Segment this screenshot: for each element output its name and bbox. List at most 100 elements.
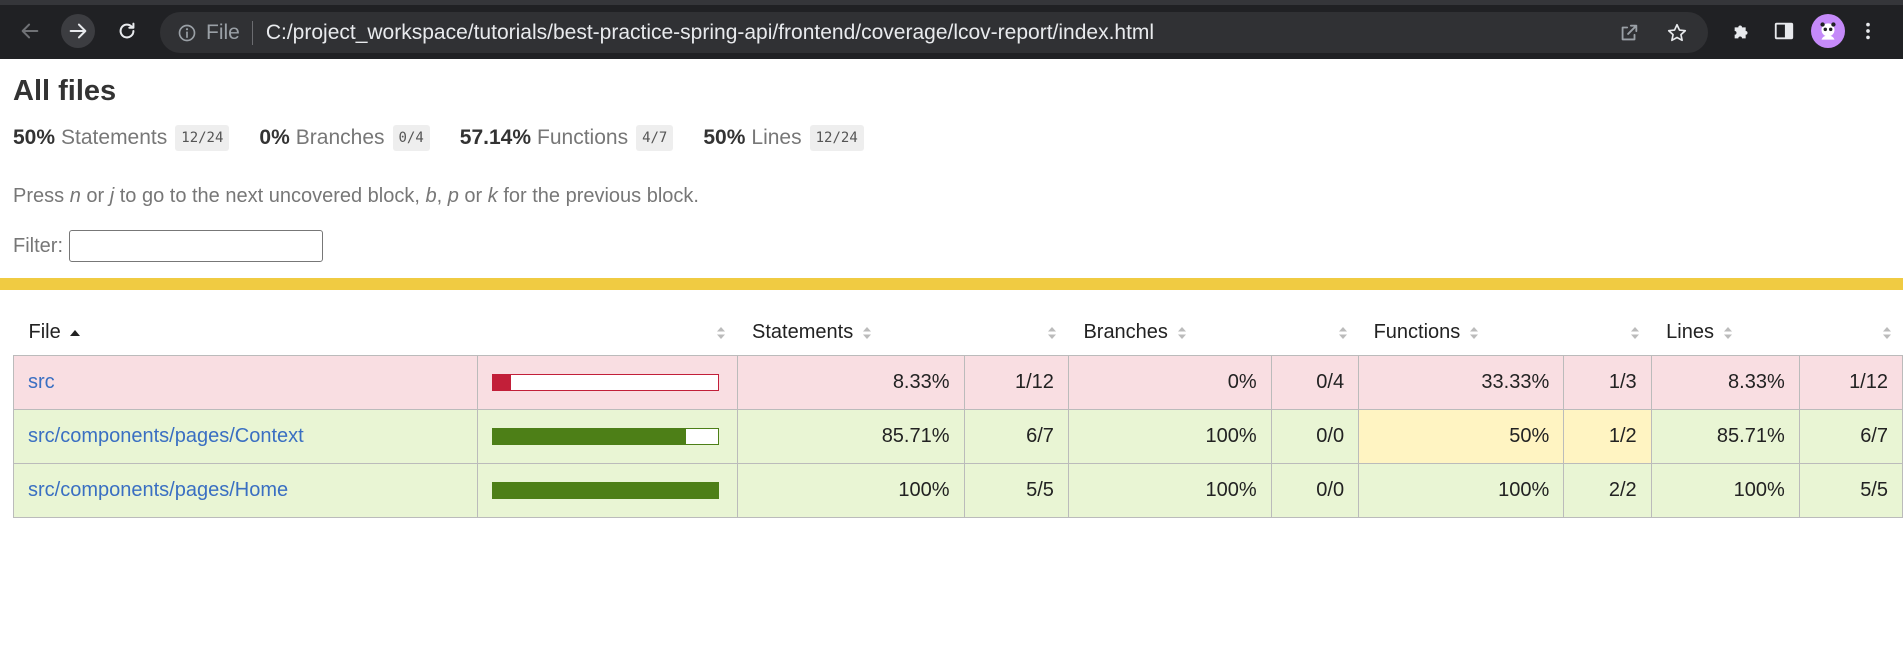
address-divider: [251, 20, 253, 45]
toolbar-actions: [1725, 14, 1885, 48]
header-label: Branches: [1083, 321, 1168, 343]
sort-icon[interactable]: [1881, 325, 1893, 341]
share-icon[interactable]: [1616, 20, 1642, 46]
reload-icon: [119, 22, 135, 39]
summary-fraction: 12/24: [809, 125, 864, 151]
branches-fraction: 0/4: [1270, 355, 1360, 410]
summary-pct: 57.14%: [459, 126, 532, 149]
functions-fraction: 1/2: [1563, 409, 1652, 464]
summary-functions: 57.14% Functions 4/7: [460, 125, 674, 151]
info-icon[interactable]: [176, 22, 198, 44]
header-branches[interactable]: Branches: [1068, 310, 1358, 356]
statements-fraction: 1/12: [963, 355, 1069, 410]
summary-statements: 50% Statements 12/24: [13, 125, 230, 151]
avatar-icon[interactable]: [1811, 14, 1845, 48]
coverage-bar: [491, 428, 719, 445]
forward-button[interactable]: [61, 14, 95, 48]
lines-pct: 85.71%: [1650, 409, 1800, 464]
statements-pct: 8.33%: [736, 355, 965, 410]
filter-input[interactable]: [69, 230, 323, 262]
sort-ascending-icon: [69, 329, 80, 336]
lines-pct: 8.33%: [1650, 355, 1800, 410]
summary-fraction: 4/7: [636, 125, 674, 151]
coverage-bar-fill: [492, 429, 686, 444]
hint-text: to go to the next uncovered block,: [114, 185, 426, 207]
coverage-table: File Statements Branches Functions Lines…: [13, 310, 1903, 518]
sort-icon[interactable]: [715, 325, 727, 341]
address-bar-actions: [1616, 20, 1690, 46]
table-row: src/components/pages/Home 100% 5/5 100% …: [13, 463, 1903, 518]
summary-fraction: 12/24: [175, 125, 230, 151]
header-label: Functions: [1373, 321, 1461, 343]
header-file[interactable]: File: [14, 310, 738, 356]
summary-label: Statements: [61, 126, 168, 149]
hint-key: k: [487, 185, 498, 207]
coverage-summary: 50% Statements 12/24 0% Branches 0/4 57.…: [13, 125, 894, 151]
coverage-bar-cell: [476, 409, 738, 464]
functions-pct: 100%: [1358, 463, 1565, 518]
keyboard-hint: Press n or j to go to the next uncovered…: [13, 185, 699, 208]
page-title: All files: [13, 75, 117, 107]
file-link[interactable]: src/components/pages/Context: [28, 425, 304, 447]
lines-pct: 100%: [1650, 463, 1800, 518]
summary-label: Branches: [295, 126, 385, 149]
table-header-row: File Statements Branches Functions Lines: [14, 310, 1903, 356]
statements-pct: 100%: [736, 463, 965, 518]
url-text[interactable]: C:/project_workspace/tutorials/best-prac…: [266, 21, 1154, 45]
header-functions[interactable]: Functions: [1359, 310, 1652, 356]
sort-icon[interactable]: [1337, 325, 1349, 341]
summary-pct: 50%: [13, 126, 56, 149]
puzzle-icon[interactable]: [1725, 14, 1759, 48]
table-row: src 8.33% 1/12 0% 0/4 33.33% 1/3 8.33% 1…: [13, 355, 1903, 410]
functions-pct: 50%: [1358, 409, 1565, 464]
file-cell: src/components/pages/Context: [13, 409, 478, 464]
summary-label: Functions: [537, 126, 629, 149]
file-cell: src/components/pages/Home: [13, 463, 478, 518]
address-bar[interactable]: File C:/project_workspace/tutorials/best…: [160, 12, 1708, 53]
header-label: Statements: [752, 321, 854, 343]
table-row: src/components/pages/Context 85.71% 6/7 …: [13, 409, 1903, 464]
file-link[interactable]: src/components/pages/Home: [28, 479, 288, 501]
star-icon[interactable]: [1664, 20, 1690, 46]
statements-fraction: 5/5: [963, 463, 1069, 518]
summary-fraction: 0/4: [392, 125, 430, 151]
kebab-menu-icon[interactable]: [1851, 14, 1885, 48]
branches-fraction: 0/0: [1270, 409, 1360, 464]
coverage-bar-fill: [492, 483, 718, 498]
reload-button[interactable]: [110, 14, 144, 48]
file-cell: src: [13, 355, 478, 410]
arrow-right-icon: [69, 23, 87, 39]
header-lines[interactable]: Lines: [1651, 310, 1902, 356]
branches-pct: 100%: [1067, 463, 1272, 518]
functions-pct: 33.33%: [1358, 355, 1565, 410]
functions-fraction: 1/3: [1563, 355, 1652, 410]
sort-icon[interactable]: [1629, 325, 1641, 341]
coverage-bar: [491, 374, 719, 391]
arrow-left-icon: [21, 23, 39, 39]
sort-icon: [863, 326, 872, 339]
sort-icon: [1723, 326, 1732, 339]
tab-strip-edge: [0, 0, 1903, 5]
summary-branches: 0% Branches 0/4: [259, 125, 430, 151]
branches-pct: 0%: [1067, 355, 1272, 410]
summary-pct: 0%: [259, 126, 290, 149]
hint-text: ,: [436, 185, 448, 207]
coverage-bar-cell: [476, 355, 738, 410]
lines-fraction: 1/12: [1798, 355, 1903, 410]
branches-pct: 100%: [1067, 409, 1272, 464]
coverage-bar: [491, 482, 719, 499]
header-statements[interactable]: Statements: [737, 310, 1068, 356]
hint-text: for the previous block.: [497, 185, 699, 207]
lines-fraction: 6/7: [1798, 409, 1903, 464]
coverage-bar-cell: [476, 463, 738, 518]
sort-icon: [1177, 326, 1186, 339]
sort-icon[interactable]: [1046, 325, 1058, 341]
back-button[interactable]: [13, 14, 47, 48]
summary-lines: 50% Lines 12/24: [703, 125, 864, 151]
status-bar-medium: [0, 278, 1903, 290]
file-link[interactable]: src: [28, 371, 55, 393]
side-panel-icon[interactable]: [1767, 14, 1801, 48]
filter-label: Filter:: [13, 234, 63, 257]
url-scheme-label: File: [206, 20, 240, 44]
sort-icon: [1470, 326, 1479, 339]
